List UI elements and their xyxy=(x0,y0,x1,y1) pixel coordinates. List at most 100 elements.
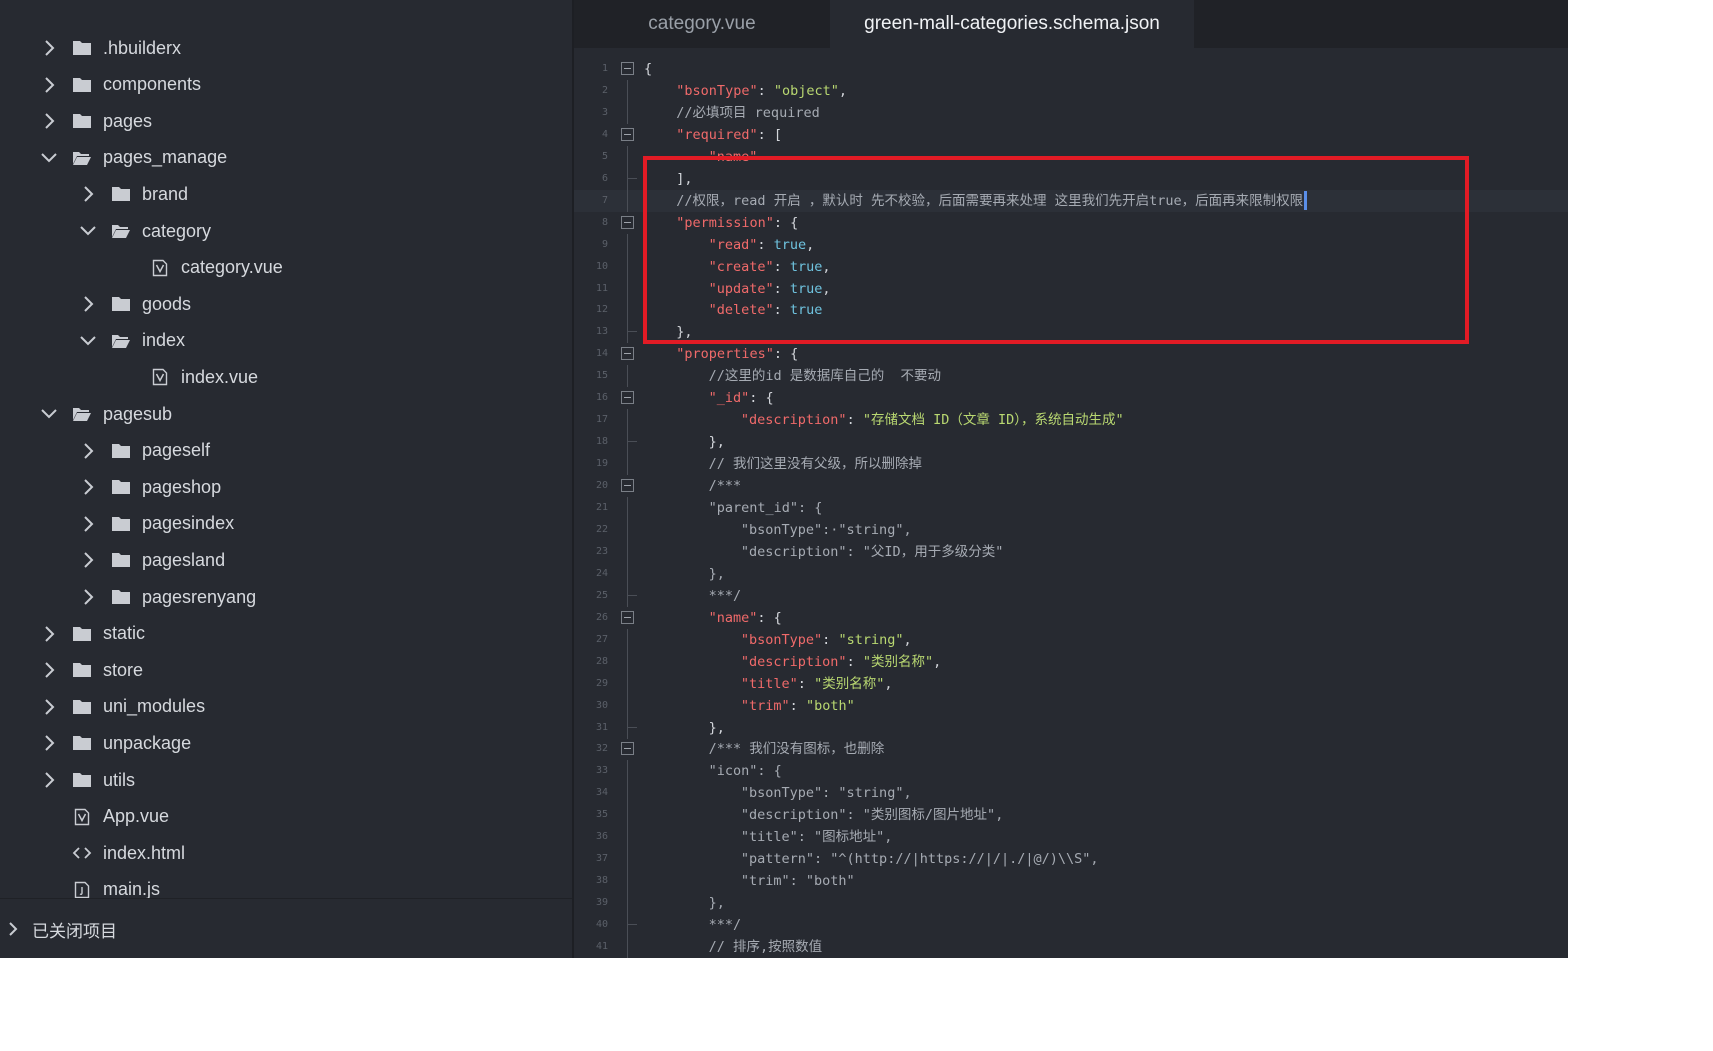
chevron-down-icon[interactable] xyxy=(40,405,58,423)
tree-item-index[interactable]: index xyxy=(0,323,572,359)
chevron-down-icon[interactable] xyxy=(79,332,97,350)
fold-toggle-icon[interactable] xyxy=(621,391,634,405)
code-line[interactable]: 6], xyxy=(574,167,1568,190)
tree-item-uni-modules[interactable]: uni_modules xyxy=(0,689,572,725)
code-line[interactable]: 8 "permission": { xyxy=(574,212,1568,234)
code-line[interactable]: 19 // 我们这里没有父级，所以删除掉 xyxy=(574,453,1568,476)
code-line[interactable]: 7 //权限，read 开启 ，默认时 先不校验，后面需要再来处理 这里我们先开启… xyxy=(574,189,1568,212)
chevron-right-icon[interactable] xyxy=(79,478,97,496)
code-line[interactable]: 40 ***/ xyxy=(574,914,1568,937)
chevron-right-icon[interactable] xyxy=(40,698,58,716)
code-line[interactable]: 20 /*** xyxy=(574,475,1568,497)
code-line[interactable]: 18}, xyxy=(574,431,1568,454)
tree-item-brand[interactable]: brand xyxy=(0,176,572,212)
code-line[interactable]: 9 "read": true, xyxy=(574,233,1568,256)
code-line[interactable]: 25 ***/ xyxy=(574,584,1568,607)
code-line[interactable]: 17 "description": "存储文档 ID（文章 ID），系统自动生成" xyxy=(574,409,1568,432)
tree-item-index-vue[interactable]: index.vue xyxy=(0,359,572,395)
code-line[interactable]: 12 "delete": true xyxy=(574,299,1568,322)
code-line[interactable]: 38 "trim": "both" xyxy=(574,870,1568,893)
code-line[interactable]: 37 "pattern": "^(http://|https://|/|./|@/… xyxy=(574,848,1568,871)
chevron-right-icon[interactable] xyxy=(79,185,97,203)
code-line[interactable]: 5 "name" xyxy=(574,145,1568,168)
code-line[interactable]: 23 "description": "父ID，用于多级分类" xyxy=(574,540,1568,563)
code-line[interactable]: 22 "bsonType":·"string", xyxy=(574,518,1568,541)
code-line[interactable]: 14 "properties": { xyxy=(574,343,1568,365)
tree-item-components[interactable]: components xyxy=(0,67,572,103)
chevron-right-icon[interactable] xyxy=(79,515,97,533)
tree-item-hbuilderx[interactable]: .hbuilderx xyxy=(0,30,572,66)
code-line[interactable]: 36 "title": "图标地址", xyxy=(574,826,1568,849)
tab-category-vue[interactable]: category.vue xyxy=(574,0,830,48)
tree-item-pages[interactable]: pages xyxy=(0,103,572,139)
code-line[interactable]: 3 //必填项目 required xyxy=(574,101,1568,124)
chevron-right-icon[interactable] xyxy=(79,442,97,460)
tree-item-index-html[interactable]: index.html xyxy=(0,835,572,871)
code-line[interactable]: 41 // 排序,按照数值 xyxy=(574,936,1568,958)
tree-item-category-vue[interactable]: category.vue xyxy=(0,250,572,286)
chevron-right-icon[interactable] xyxy=(40,625,58,643)
tree-item-pageshop[interactable]: pageshop xyxy=(0,469,572,505)
chevron-right-icon[interactable] xyxy=(79,551,97,569)
tab-schema-json[interactable]: green-mall-categories.schema.json xyxy=(830,0,1194,48)
fold-toggle-icon[interactable] xyxy=(621,742,634,756)
code-line[interactable]: 32 /*** 我们没有图标，也删除 xyxy=(574,738,1568,760)
chevron-right-icon[interactable] xyxy=(40,771,58,789)
tree-item-pageself[interactable]: pageself xyxy=(0,433,572,469)
code-line[interactable]: 28 "description": "类别名称", xyxy=(574,650,1568,673)
code-line[interactable]: 33 "icon": { xyxy=(574,760,1568,783)
fold-toggle-icon[interactable] xyxy=(621,215,634,229)
code-line[interactable]: 11 "update": true, xyxy=(574,277,1568,300)
chevron-right-icon[interactable] xyxy=(79,588,97,606)
line-number: 16 xyxy=(595,392,608,404)
folder-icon xyxy=(72,734,92,752)
chevron-right-icon[interactable] xyxy=(40,39,58,57)
tree-item-store[interactable]: store xyxy=(0,652,572,688)
code-line[interactable]: 16 "_id": { xyxy=(574,387,1568,409)
code-line[interactable]: 13}, xyxy=(574,321,1568,344)
tree-item-pagesland[interactable]: pagesland xyxy=(0,542,572,578)
code-line[interactable]: 31}, xyxy=(574,716,1568,739)
chevron-down-icon[interactable] xyxy=(40,149,58,167)
fold-toggle-icon[interactable] xyxy=(621,479,634,493)
tree-item-utils[interactable]: utils xyxy=(0,762,572,798)
chevron-right-icon[interactable] xyxy=(40,76,58,94)
fold-toggle-icon[interactable] xyxy=(621,347,634,361)
code-line[interactable]: 10 "create": true, xyxy=(574,255,1568,278)
chevron-down-icon[interactable] xyxy=(79,222,97,240)
fold-toggle-icon[interactable] xyxy=(621,127,634,141)
line-number: 12 xyxy=(595,304,608,316)
tree-item-pages-manage[interactable]: pages_manage xyxy=(0,140,572,176)
code-line[interactable]: 30 "trim": "both" xyxy=(574,694,1568,717)
closed-projects-row[interactable]: 已关闭项目 xyxy=(0,898,572,958)
code-line[interactable]: 24}, xyxy=(574,562,1568,585)
code-line[interactable]: 1{ xyxy=(574,58,1568,80)
tree-item-goods[interactable]: goods xyxy=(0,286,572,322)
chevron-right-icon[interactable] xyxy=(40,112,58,130)
code-line[interactable]: 34 "bsonType": "string", xyxy=(574,782,1568,805)
tree-item-pagesub[interactable]: pagesub xyxy=(0,396,572,432)
code-line[interactable]: 4 "required": [ xyxy=(574,124,1568,146)
tree-item-app-vue[interactable]: App.vue xyxy=(0,799,572,835)
tree-item-pagesrenyang[interactable]: pagesrenyang xyxy=(0,579,572,615)
code-line[interactable]: 26 "name": { xyxy=(574,607,1568,629)
code-area[interactable]: 1{2 "bsonType": "object", 3//必填项目 required… xyxy=(574,58,1568,958)
code-token: //这里的id 是数据库自己的 不要动 xyxy=(708,368,941,385)
code-line[interactable]: 35 "description": "类别图标/图片地址", xyxy=(574,804,1568,827)
tree-item-static[interactable]: static xyxy=(0,616,572,652)
code-line[interactable]: 29 "title": "类别名称", xyxy=(574,672,1568,695)
code-line[interactable]: 39}, xyxy=(574,892,1568,915)
chevron-right-icon[interactable] xyxy=(79,295,97,313)
tree-item-main-js[interactable]: main.js xyxy=(0,872,572,898)
fold-toggle-icon[interactable] xyxy=(621,610,634,624)
chevron-right-icon[interactable] xyxy=(40,734,58,752)
code-line[interactable]: 21 "parent_id": { xyxy=(574,497,1568,519)
tree-item-category[interactable]: category xyxy=(0,213,572,249)
code-line[interactable]: 2 "bsonType": "object", xyxy=(574,79,1568,102)
chevron-right-icon[interactable] xyxy=(40,661,58,679)
tree-item-unpackage[interactable]: unpackage xyxy=(0,725,572,761)
code-line[interactable]: 15 //这里的id 是数据库自己的 不要动 xyxy=(574,365,1568,388)
tree-item-pagesindex[interactable]: pagesindex xyxy=(0,506,572,542)
fold-toggle-icon[interactable] xyxy=(621,62,634,75)
code-line[interactable]: 27 "bsonType": "string", xyxy=(574,628,1568,651)
